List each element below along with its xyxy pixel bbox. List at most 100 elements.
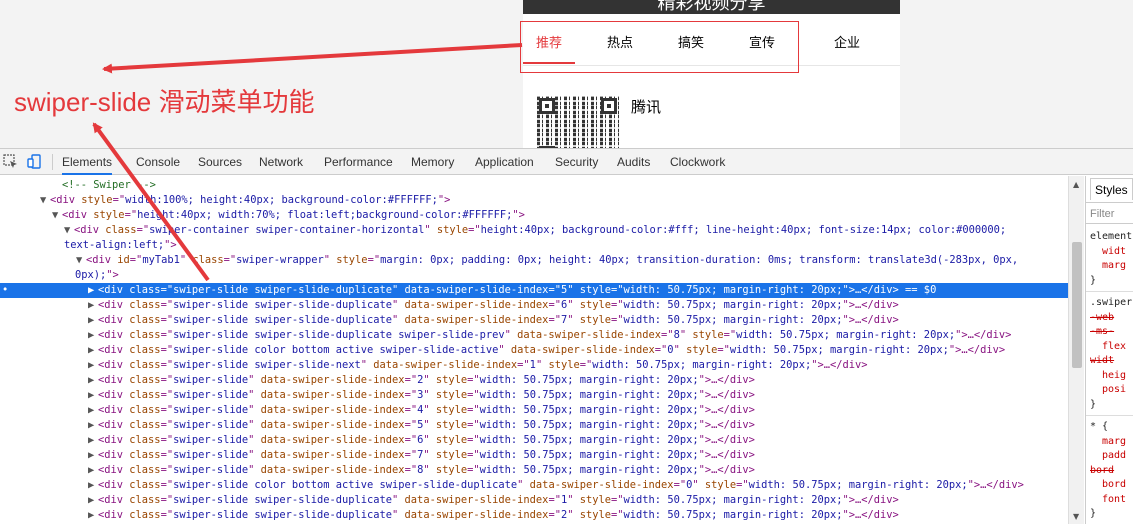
dom-node-line[interactable]: ▶ <div class="swiper-slide" data-swiper-s…	[0, 433, 1068, 448]
collapse-triangle-icon[interactable]: ▼	[64, 223, 74, 238]
style-property[interactable]: bord	[1090, 464, 1114, 478]
expand-triangle-icon[interactable]: ▶	[88, 403, 98, 418]
style-property[interactable]: padd	[1102, 449, 1126, 463]
expand-triangle-icon[interactable]: ▶	[88, 328, 98, 343]
dom-node-line[interactable]: ▶ <div class="swiper-slide" data-swiper-s…	[0, 388, 1068, 403]
style-property[interactable]: widt	[1090, 354, 1114, 368]
tab-audits[interactable]: Audits	[617, 149, 650, 175]
scroll-up-icon[interactable]: ▲	[1073, 180, 1079, 189]
style-property[interactable]: marg	[1102, 435, 1126, 449]
dom-node-markup: <!-- Swiper -->	[62, 179, 156, 191]
device-toolbar-icon[interactable]	[27, 154, 42, 169]
style-property[interactable]: -ms-	[1090, 325, 1114, 339]
dom-node-line[interactable]: 0px);">	[0, 268, 1068, 283]
dom-node-line[interactable]: ▼ <div id="myTab1" class="swiper-wrapper"…	[0, 253, 1068, 268]
highlight-box	[520, 21, 799, 73]
dom-node-line[interactable]: ▶ <div class="swiper-slide swiper-slide-d…	[0, 298, 1068, 313]
dom-node-line[interactable]: ▶ <div class="swiper-slide swiper-slide-d…	[0, 493, 1068, 508]
dom-node-markup: <div class="swiper-slide color bottom ac…	[98, 344, 1006, 356]
scrollbar-thumb[interactable]	[1072, 242, 1082, 368]
collapse-triangle-icon[interactable]: ▼	[52, 208, 62, 223]
dom-node-markup: <div class="swiper-slide" data-swiper-sl…	[98, 434, 755, 446]
dom-node-line[interactable]: ▶ <div class="swiper-slide swiper-slide-d…	[0, 508, 1068, 523]
dom-node-line[interactable]: <!-- Swiper -->	[0, 178, 1068, 193]
devtools-toolbar: Elements Console Sources Network Perform…	[0, 149, 1133, 175]
tab-console[interactable]: Console	[136, 149, 180, 175]
expand-triangle-icon[interactable]: ▶	[88, 358, 98, 373]
tab-memory[interactable]: Memory	[411, 149, 454, 175]
toolbar-divider	[52, 154, 53, 170]
dom-node-line[interactable]: ▶ <div class="swiper-slide" data-swiper-s…	[0, 448, 1068, 463]
inspect-element-icon[interactable]	[3, 154, 18, 169]
news-title: 腾讯	[631, 98, 662, 116]
tab-network[interactable]: Network	[259, 149, 303, 175]
expand-triangle-icon[interactable]: ▶	[88, 388, 98, 403]
style-property[interactable]: flex	[1102, 340, 1126, 354]
style-property[interactable]: bord	[1102, 478, 1126, 492]
tab-application[interactable]: Application	[475, 149, 534, 175]
style-brace: }	[1090, 274, 1097, 286]
scroll-down-icon[interactable]: ▼	[1073, 512, 1079, 521]
dom-node-line[interactable]: ▶ <div class="swiper-slide color bottom a…	[0, 343, 1068, 358]
expand-triangle-icon[interactable]: ▶	[88, 298, 98, 313]
style-property[interactable]: heig	[1102, 369, 1126, 383]
dom-node-line[interactable]: ▶ <div class="swiper-slide" data-swiper-s…	[0, 463, 1068, 478]
elements-dom-tree[interactable]: <!-- Swiper --> ▼ <div style="width:100%; …	[0, 176, 1068, 524]
dom-node-line[interactable]: ▼ <div class="swiper-container swiper-con…	[0, 223, 1068, 238]
elements-scrollbar[interactable]: ▲ ▼	[1068, 176, 1084, 524]
dom-node-line[interactable]: ▶ <div class="swiper-slide color bottom a…	[0, 478, 1068, 493]
dom-node-line[interactable]: ▶ <div class="swiper-slide" data-swiper-s…	[0, 403, 1068, 418]
dom-node-markup: <div class="swiper-slide swiper-slide-ne…	[98, 359, 868, 371]
dom-node-line[interactable]: ▶ <div class="swiper-slide" data-swiper-s…	[0, 373, 1068, 388]
dom-node-line[interactable]: ▶ <div class="swiper-slide" data-swiper-s…	[0, 418, 1068, 433]
expand-triangle-icon[interactable]: ▶	[88, 313, 98, 328]
expand-triangle-icon[interactable]: ▶	[88, 418, 98, 433]
tab-styles[interactable]: Styles	[1090, 178, 1133, 200]
collapse-triangle-icon[interactable]: ▼	[76, 253, 86, 268]
style-rule-divider	[1086, 415, 1133, 416]
style-selector[interactable]: .swiper	[1090, 296, 1132, 310]
expand-triangle-icon[interactable]: ▶	[88, 508, 98, 523]
qr-code-thumbnail	[537, 96, 619, 148]
dom-node-line[interactable]: ▶ <div class="swiper-slide swiper-slide-d…	[0, 328, 1068, 343]
dom-node-selected[interactable]: ▶ <div class="swiper-slide swiper-slide-d…	[0, 283, 1068, 298]
styles-filter-input[interactable]: Filter	[1086, 202, 1133, 224]
dom-node-line[interactable]: ▼ <div style="width:100%; height:40px; ba…	[0, 193, 1068, 208]
style-brace: }	[1090, 508, 1097, 519]
dom-node-line[interactable]: text-align:left;">	[0, 238, 1068, 253]
style-property[interactable]: marg	[1102, 259, 1126, 273]
dom-node-line[interactable]: ▶ <div class="swiper-slide swiper-slide-n…	[0, 358, 1068, 373]
style-property[interactable]: posi	[1102, 383, 1126, 397]
tab-performance[interactable]: Performance	[324, 149, 393, 175]
style-property[interactable]: -web	[1090, 311, 1114, 325]
dom-node-markup: <div style="width:100%; height:40px; bac…	[50, 194, 451, 206]
expand-triangle-icon[interactable]: ▶	[88, 478, 98, 493]
expand-triangle-icon[interactable]: ▶	[88, 343, 98, 358]
styles-pane: Styles Filter element widt marg} .swiper -we…	[1085, 176, 1133, 524]
tab-clockwork[interactable]: Clockwork	[670, 149, 725, 175]
collapse-triangle-icon[interactable]: ▼	[40, 193, 50, 208]
tab-enterprise[interactable]: 企业	[821, 22, 873, 66]
dom-node-markup: <div class="swiper-slide" data-swiper-sl…	[98, 404, 755, 416]
tab-sources[interactable]: Sources	[198, 149, 242, 175]
dom-node-line[interactable]: ▶ <div class="swiper-slide swiper-slide-d…	[0, 313, 1068, 328]
tab-security[interactable]: Security	[555, 149, 598, 175]
tab-elements[interactable]: Elements	[62, 149, 113, 175]
dom-node-markup: <div class="swiper-slide swiper-slide-du…	[98, 299, 899, 311]
dom-node-markup: <div class="swiper-slide" data-swiper-sl…	[98, 464, 755, 476]
style-property[interactable]: widt	[1102, 245, 1126, 259]
dom-node-markup: <div style="height:40px; width:70%; floa…	[62, 209, 525, 221]
style-brace: }	[1090, 398, 1097, 410]
dom-node-line[interactable]: ▼ <div style="height:40px; width:70%; flo…	[0, 208, 1068, 223]
dom-node-markup: <div class="swiper-slide color bottom ac…	[98, 479, 1024, 491]
style-selector[interactable]: element	[1090, 230, 1132, 244]
expand-triangle-icon[interactable]: ▶	[88, 463, 98, 478]
expand-triangle-icon[interactable]: ▶	[88, 283, 98, 298]
expand-triangle-icon[interactable]: ▶	[88, 373, 98, 388]
dom-node-markup: <div class="swiper-slide swiper-slide-du…	[98, 509, 899, 521]
expand-triangle-icon[interactable]: ▶	[88, 448, 98, 463]
style-property[interactable]: font	[1102, 493, 1126, 507]
style-selector[interactable]: * {	[1090, 420, 1108, 434]
expand-triangle-icon[interactable]: ▶	[88, 433, 98, 448]
expand-triangle-icon[interactable]: ▶	[88, 493, 98, 508]
